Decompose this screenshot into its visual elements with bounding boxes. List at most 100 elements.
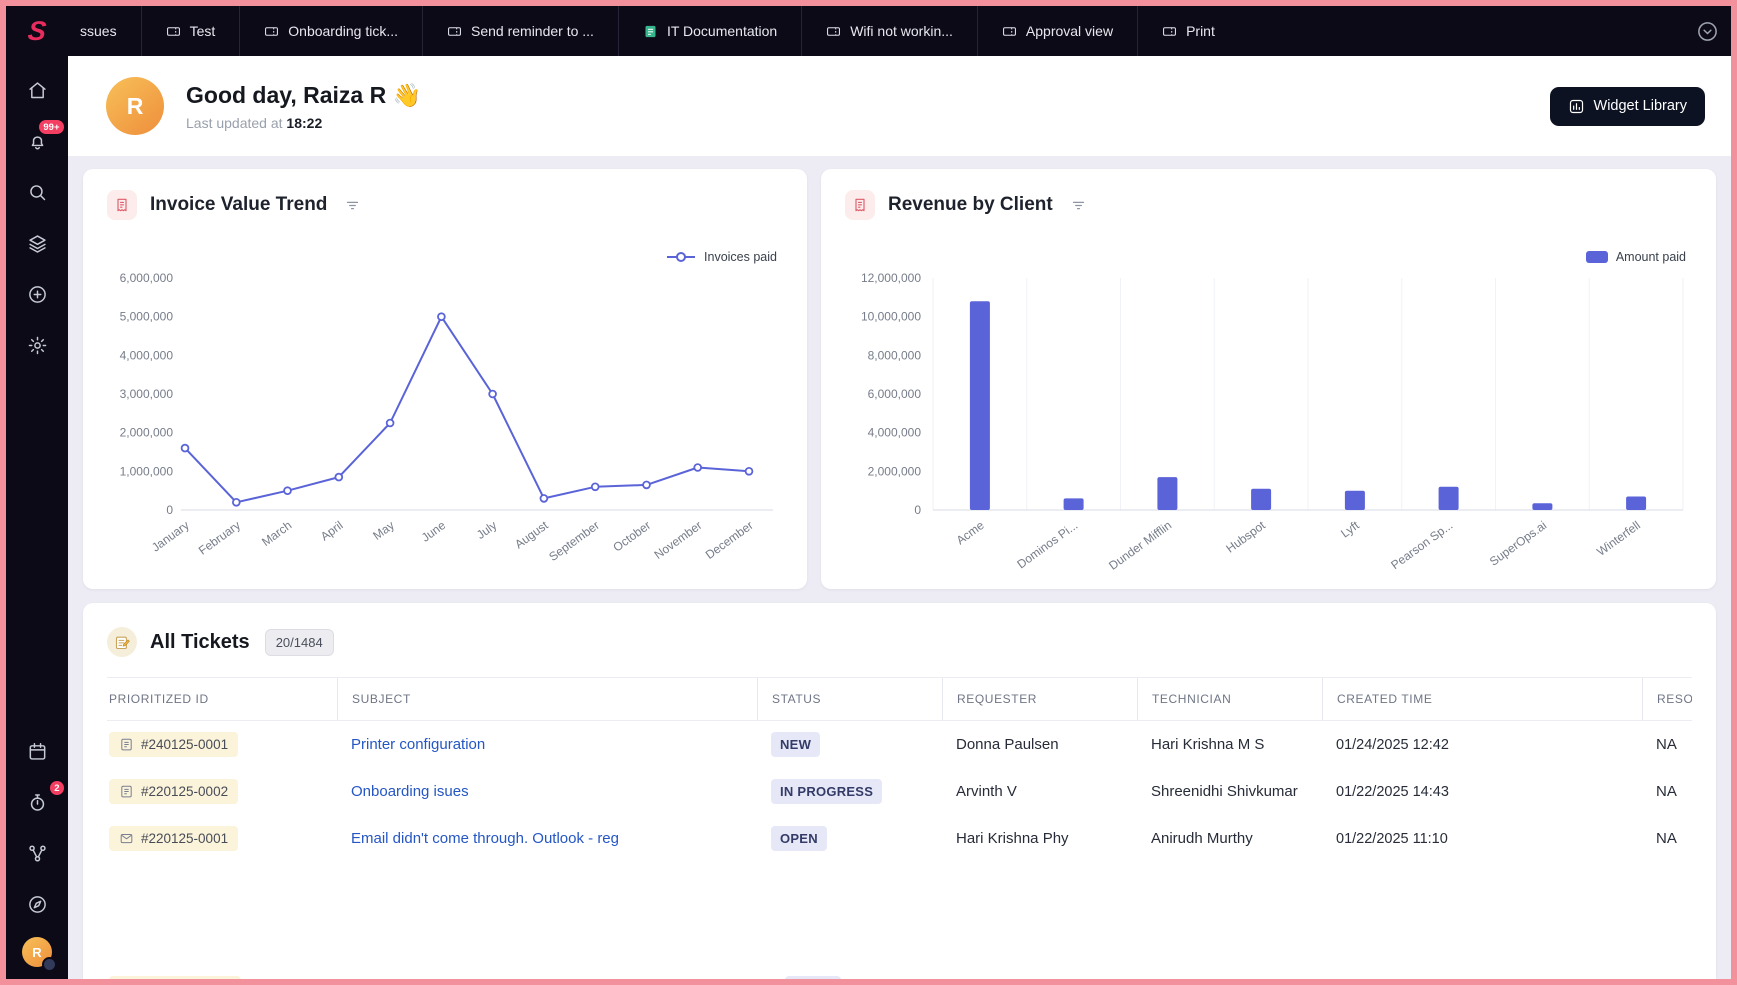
modules-icon <box>27 233 48 254</box>
ticket-id-text: #220125-0002 <box>141 784 228 799</box>
ticket-subject-cell: Onboarding isues <box>337 772 757 811</box>
sidebar-search-button[interactable] <box>17 172 57 212</box>
tabs-overflow-button[interactable] <box>1696 20 1719 43</box>
svg-text:Acme: Acme <box>954 518 987 548</box>
sidebar-explore-button[interactable] <box>17 884 57 924</box>
resolution-cell: NA <box>1642 819 1692 858</box>
ticket-icon <box>1162 24 1177 39</box>
requester-cell: Arvinth V <box>942 772 1137 811</box>
svg-text:2,000,000: 2,000,000 <box>868 464 922 478</box>
sidebar-settings-button[interactable] <box>17 325 57 365</box>
widget-library-button[interactable]: Widget Library <box>1550 87 1705 126</box>
svg-text:3,000,000: 3,000,000 <box>120 387 174 401</box>
search-icon <box>27 182 48 203</box>
svg-text:Lyft: Lyft <box>1338 518 1362 541</box>
svg-text:May: May <box>370 518 397 543</box>
settings-icon <box>27 335 48 356</box>
resolution-cell: NA <box>1642 725 1692 764</box>
top-tab-it-documentation[interactable]: IT Documentation <box>618 6 801 56</box>
sidebar-timer-button[interactable]: 2 <box>17 782 57 822</box>
svg-text:August: August <box>512 518 551 552</box>
column-header-resolut[interactable]: RESOLUT <box>1642 678 1692 720</box>
avatar-extra-badge <box>42 957 57 972</box>
column-header-requester[interactable]: REQUESTER <box>942 678 1137 720</box>
superops-logo[interactable]: S <box>6 18 68 45</box>
sidebar-user-avatar[interactable]: R <box>22 937 52 967</box>
ticket-subject-link[interactable]: Printer configuration <box>351 736 485 753</box>
svg-text:5,000,000: 5,000,000 <box>120 310 174 324</box>
superops-logo-glyph: S <box>27 18 48 45</box>
ticket-id-cell <box>107 965 337 979</box>
invoice-filter-icon[interactable] <box>345 198 360 213</box>
svg-text:Pearson Sp...: Pearson Sp... <box>1388 518 1455 572</box>
ticket-subject-link[interactable]: Email didn't come through. Outlook - reg <box>351 830 619 847</box>
tab-label: Send reminder to ... <box>471 23 594 39</box>
open-tabs-bar: ssues Test Onboarding tick... Send reminder… <box>68 6 1696 56</box>
tab-label: ssues <box>80 23 117 39</box>
widget-library-icon <box>1568 98 1585 115</box>
ticket-row: #220125-0002 Onboarding isues IN PROGRESSA… <box>107 768 1692 815</box>
top-tab-wifi-not-workin[interactable]: Wifi not workin... <box>801 6 977 56</box>
column-header-technician[interactable]: TECHNICIAN <box>1137 678 1322 720</box>
revenue-legend[interactable]: Amount paid <box>821 220 1716 264</box>
column-header-prioritized-id[interactable]: PRIORITIZED ID <box>107 678 337 720</box>
ticket-id-badge[interactable]: #220125-0002 <box>109 779 238 804</box>
top-tab-send-reminder-to[interactable]: Send reminder to ... <box>422 6 618 56</box>
invoice-legend-label: Invoices paid <box>704 250 777 264</box>
ticket-icon <box>447 24 462 39</box>
sidebar-modules-button[interactable] <box>17 223 57 263</box>
ticket-id-badge[interactable]: #220125-0001 <box>109 826 238 851</box>
created-time-cell: 01/22/2025 11:10 <box>1322 820 1642 858</box>
column-header-subject[interactable]: SUBJECT <box>337 678 757 720</box>
ticket-status-badge: OPEN <box>771 826 827 851</box>
svg-text:10,000,000: 10,000,000 <box>861 310 921 324</box>
ticket-id-cell: #240125-0001 <box>107 721 337 768</box>
ticket-subject-cell: Email didn't come through. Outlook - reg <box>337 819 757 858</box>
sidebar-timer-badge: 2 <box>50 781 64 795</box>
tickets-table: PRIORITIZED IDSUBJECTSTATUSREQUESTERTECH… <box>107 677 1692 979</box>
technician-cell: Hari Krishna M S <box>1137 725 1322 764</box>
invoice-legend[interactable]: Invoices paid <box>83 220 807 264</box>
svg-text:0: 0 <box>166 503 173 517</box>
ticket-icon <box>166 24 181 39</box>
main-area: R Good day, Raiza R 👋 Last updated at 18… <box>68 56 1731 979</box>
user-avatar[interactable]: R <box>106 77 164 135</box>
column-header-status[interactable]: STATUS <box>757 678 942 720</box>
greeting-title: Good day, Raiza R 👋 <box>186 82 421 109</box>
tickets-card-header: All Tickets 20/1484 <box>107 603 1692 677</box>
ticket-row: #220125-0001 Email didn't come through. O… <box>107 815 1692 862</box>
tab-label: Onboarding tick... <box>288 23 398 39</box>
sidebar-home-button[interactable] <box>17 70 57 110</box>
tickets-note-icon <box>107 627 137 657</box>
ticket-id-badge[interactable] <box>109 976 241 979</box>
home-icon <box>27 80 48 101</box>
dashboard-content: Invoice Value Trend Invoices paid 01,000… <box>68 156 1731 979</box>
document-icon <box>119 784 134 799</box>
sidebar-calendar-button[interactable] <box>17 731 57 771</box>
ticket-status-cell: NEW <box>757 721 942 768</box>
invoice-card-title: Invoice Value Trend <box>150 194 327 216</box>
resolution-cell: NA <box>1642 772 1692 811</box>
svg-text:SuperOps.ai: SuperOps.ai <box>1487 518 1549 569</box>
ticket-id-text: #240125-0001 <box>141 737 228 752</box>
ticket-id-badge[interactable]: #240125-0001 <box>109 732 238 757</box>
ticket-status-cell: IN PROGRESS <box>757 768 942 815</box>
top-tab-ssues[interactable]: ssues <box>68 6 141 56</box>
top-tab-test[interactable]: Test <box>141 6 240 56</box>
top-tab-onboarding-tick[interactable]: Onboarding tick... <box>239 6 422 56</box>
svg-text:4,000,000: 4,000,000 <box>120 348 174 362</box>
top-tab-approval-view[interactable]: Approval view <box>977 6 1137 56</box>
sidebar-workflow-button[interactable] <box>17 833 57 873</box>
column-header-created-time[interactable]: CREATED TIME <box>1322 678 1642 720</box>
requester-cell: Hari Krishna Phy <box>942 819 1137 858</box>
svg-text:Dominos Pi...: Dominos Pi... <box>1014 518 1080 571</box>
svg-text:4,000,000: 4,000,000 <box>868 426 922 440</box>
revenue-filter-icon[interactable] <box>1071 198 1086 213</box>
ticket-status-badge: NEW <box>771 732 820 757</box>
sidebar-create-button[interactable] <box>17 274 57 314</box>
ticket-subject-link[interactable]: Onboarding isues <box>351 783 469 800</box>
tickets-title: All Tickets <box>150 631 250 654</box>
top-bar: S ssues Test Onboarding tick... Send remind… <box>6 6 1731 56</box>
sidebar-notifications-button[interactable]: 99+ <box>17 121 57 161</box>
top-tab-print[interactable]: Print <box>1137 6 1239 56</box>
